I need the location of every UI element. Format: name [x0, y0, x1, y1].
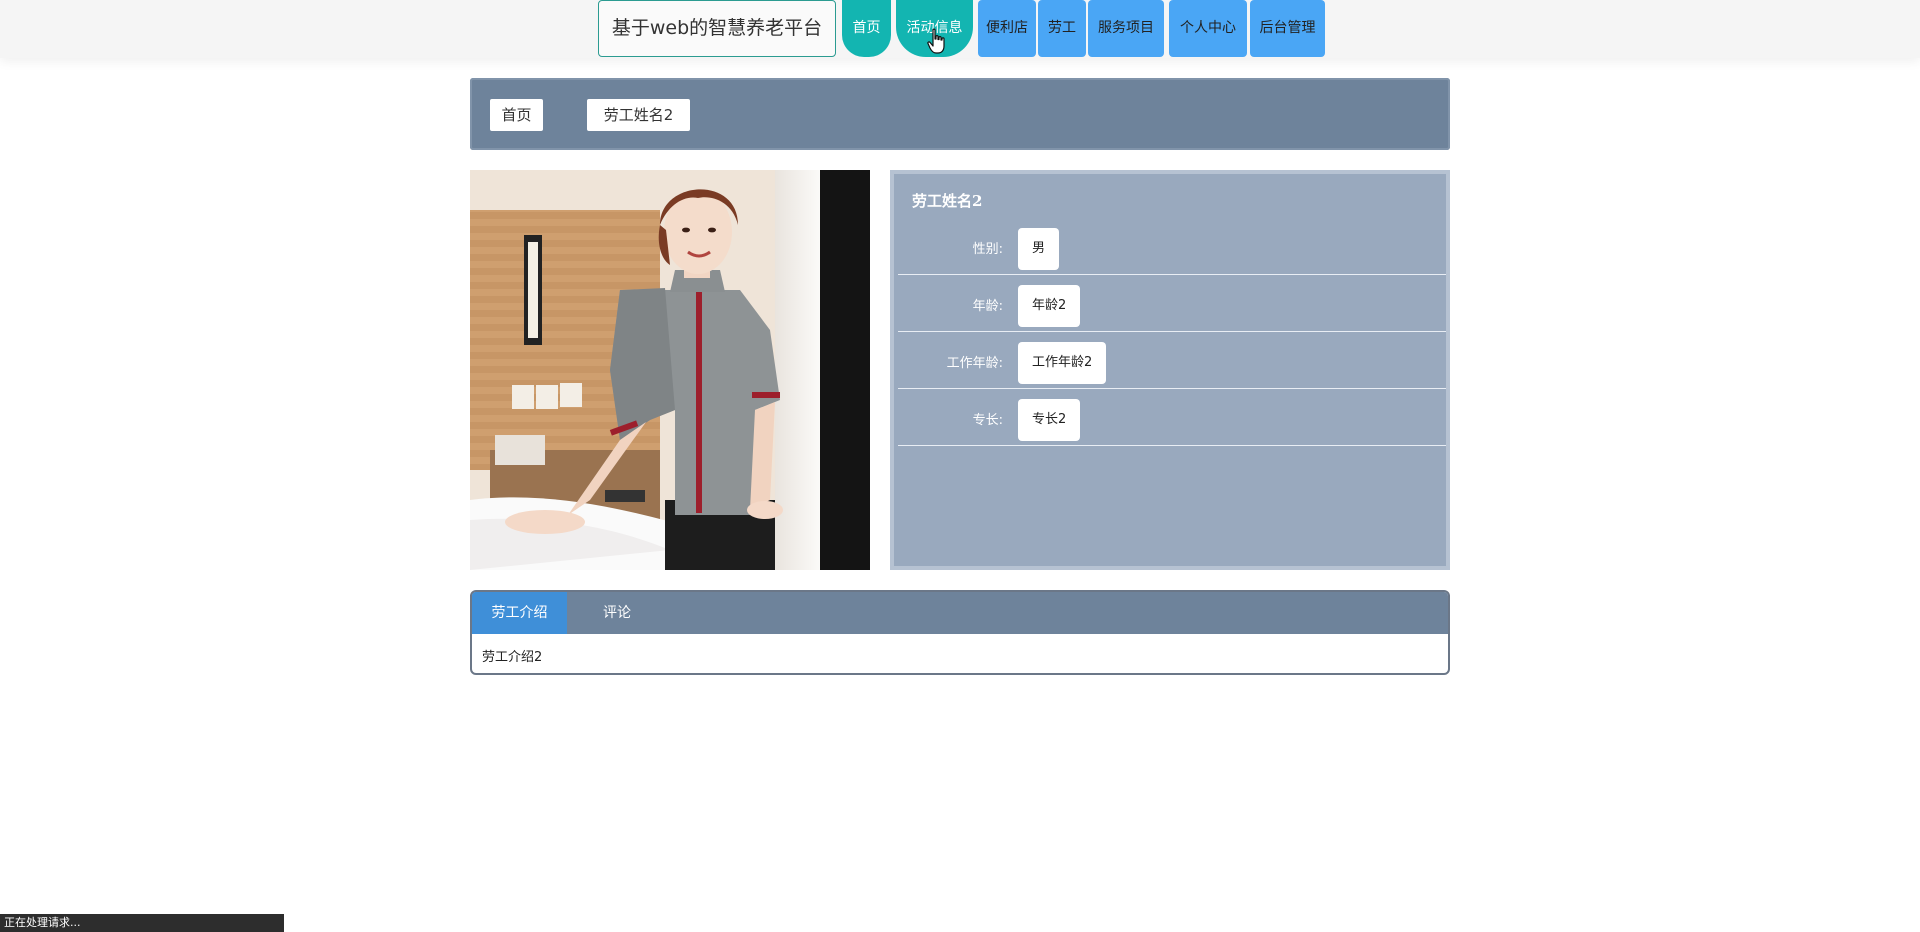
breadcrumb: 首页 劳工姓名2 — [470, 78, 1450, 150]
top-navigation: 基于web的智慧养老平台 首页 活动信息 便利店 劳工 服务项目 个人中心 后台… — [0, 0, 1920, 58]
breadcrumb-home[interactable]: 首页 — [490, 99, 543, 131]
worker-photo — [470, 170, 870, 570]
breadcrumb-current[interactable]: 劳工姓名2 — [587, 99, 690, 131]
worker-name-title: 劳工姓名2 — [912, 192, 983, 210]
tab-comments[interactable]: 评论 — [567, 592, 667, 634]
work-years-value: 工作年龄2 — [1018, 342, 1107, 384]
nav-item-activities[interactable]: 活动信息 — [896, 0, 973, 57]
detail-row-age: 年龄: 年龄2 — [898, 275, 1446, 332]
tab-worker-intro[interactable]: 劳工介绍 — [472, 592, 567, 634]
page: 基于web的智慧养老平台 首页 活动信息 便利店 劳工 服务项目 个人中心 后台… — [0, 0, 1920, 932]
nav-item-store[interactable]: 便利店 — [978, 0, 1036, 57]
site-title[interactable]: 基于web的智慧养老平台 — [598, 0, 836, 57]
detail-row-gender: 性别: 男 — [898, 218, 1446, 275]
gender-value: 男 — [1018, 228, 1060, 270]
browser-status-bar: 正在处理请求... — [0, 914, 284, 932]
gender-label: 性别: — [972, 242, 1003, 257]
specialty-label: 专长: — [972, 413, 1003, 428]
age-value: 年龄2 — [1018, 285, 1081, 327]
nav-item-admin[interactable]: 后台管理 — [1250, 0, 1325, 57]
tab-strip: 劳工介绍 评论 — [472, 592, 1448, 634]
worker-detail-panel: 劳工姓名2 性别: 男 年龄: 年龄2 工作年龄: 工作年龄2 专长: 专长2 — [890, 170, 1450, 570]
detail-row-work-years: 工作年龄: 工作年龄2 — [898, 332, 1446, 389]
work-years-label: 工作年龄: — [946, 356, 1003, 371]
tab-content: 劳工介绍2 — [482, 650, 543, 665]
nav-item-home[interactable]: 首页 — [842, 0, 891, 57]
age-label: 年龄: — [972, 299, 1003, 314]
nav-item-services[interactable]: 服务项目 — [1088, 0, 1164, 57]
detail-row-specialty: 专长: 专长2 — [898, 389, 1446, 446]
nav-item-workers[interactable]: 劳工 — [1038, 0, 1086, 57]
nav-item-profile[interactable]: 个人中心 — [1169, 0, 1247, 57]
detail-tabs: 劳工介绍 评论 劳工介绍2 — [470, 590, 1450, 675]
specialty-value: 专长2 — [1018, 399, 1081, 441]
